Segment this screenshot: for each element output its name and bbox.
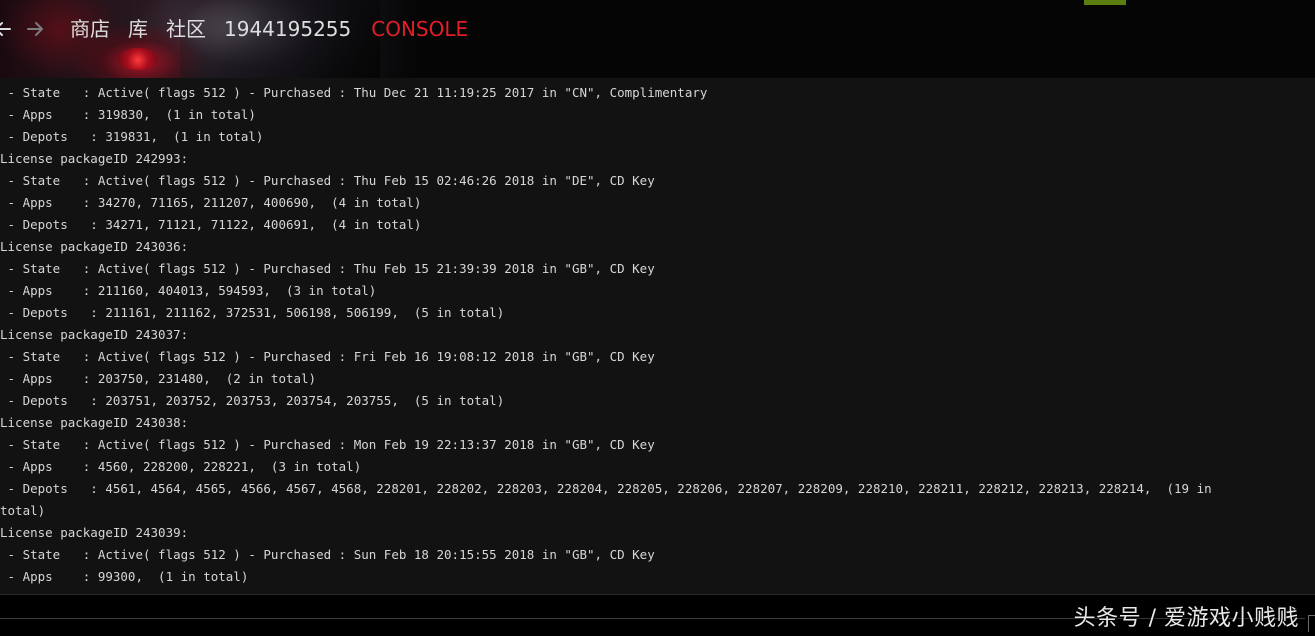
log-line: total) bbox=[0, 503, 46, 518]
log-line: - Depots : 203751, 203752, 203753, 20375… bbox=[0, 393, 505, 408]
log-line: License packageID 243039: bbox=[0, 525, 189, 540]
log-line: - State : Active( flags 512 ) - Purchase… bbox=[0, 547, 655, 562]
log-line: License packageID 243038: bbox=[0, 415, 189, 430]
log-line: License packageID 242993: bbox=[0, 151, 189, 166]
nav-username[interactable]: 1944195255 bbox=[224, 15, 351, 43]
log-line: - State : Active( flags 512 ) - Purchase… bbox=[0, 349, 655, 364]
log-line: - Apps : 34270, 71165, 211207, 400690, (… bbox=[0, 195, 422, 210]
log-line: License packageID 243036: bbox=[0, 239, 189, 254]
log-line: - Depots : 4561, 4564, 4565, 4566, 4567,… bbox=[0, 481, 1212, 496]
nav-library[interactable]: 库 bbox=[128, 15, 148, 43]
log-line: - Apps : 4560, 228200, 228221, (3 in tot… bbox=[0, 459, 362, 474]
arrow-left-icon[interactable] bbox=[0, 16, 16, 42]
green-status-tab[interactable] bbox=[1084, 0, 1126, 5]
console-output[interactable]: - State : Active( flags 512 ) - Purchase… bbox=[0, 78, 1315, 594]
log-line: - Depots : 34271, 71121, 71122, 400691, … bbox=[0, 217, 422, 232]
log-line: License packageID 243037: bbox=[0, 327, 189, 342]
log-line: - Apps : 99300, (1 in total) bbox=[0, 569, 249, 584]
arrow-right-icon[interactable] bbox=[26, 16, 48, 42]
nav-console[interactable]: CONSOLE bbox=[371, 15, 468, 43]
log-line: - Depots : 319831, (1 in total) bbox=[0, 129, 264, 144]
log-line: - State : Active( flags 512 ) - Purchase… bbox=[0, 85, 708, 100]
resize-grip-icon[interactable] bbox=[1308, 615, 1315, 632]
log-line: - Apps : 211160, 404013, 594593, (3 in t… bbox=[0, 283, 377, 298]
log-line: - State : Active( flags 512 ) - Purchase… bbox=[0, 437, 655, 452]
nav-store[interactable]: 商店 bbox=[70, 15, 110, 43]
watermark: 头条号 / 爱游戏小贱贱 bbox=[1073, 606, 1299, 631]
log-line: - Apps : 319830, (1 in total) bbox=[0, 107, 256, 122]
log-line: - State : Active( flags 512 ) - Purchase… bbox=[0, 173, 655, 188]
banner-eye-art bbox=[118, 48, 158, 70]
console-log: - State : Active( flags 512 ) - Purchase… bbox=[0, 82, 1275, 588]
main-nav: 商店 库 社区 1944195255 CONSOLE bbox=[0, 14, 468, 44]
header-bar: 商店 库 社区 1944195255 CONSOLE bbox=[0, 0, 1315, 78]
steam-client-window: 商店 库 社区 1944195255 CONSOLE - State : Act… bbox=[0, 0, 1315, 636]
log-line: - Apps : 203750, 231480, (2 in total) bbox=[0, 371, 317, 386]
nav-community[interactable]: 社区 bbox=[166, 15, 206, 43]
log-line: - Depots : 211161, 211162, 372531, 50619… bbox=[0, 305, 505, 320]
log-line: - State : Active( flags 512 ) - Purchase… bbox=[0, 261, 655, 276]
